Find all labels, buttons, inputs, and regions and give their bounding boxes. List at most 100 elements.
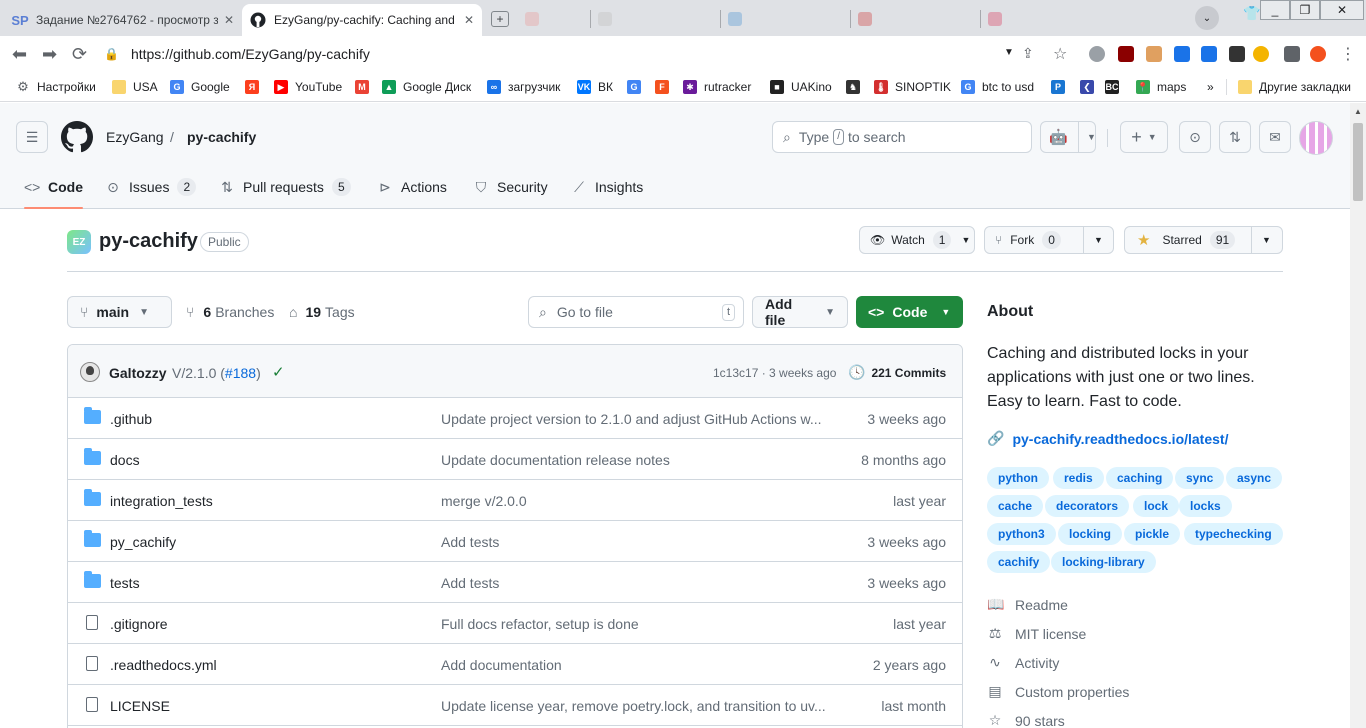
bookmark-item[interactable]: 📍 maps (1136, 78, 1186, 96)
bookmark-item[interactable]: VK ВК (577, 78, 613, 96)
bookmark-item[interactable]: Я (245, 78, 266, 96)
file-commit-message[interactable]: Update project version to 2.1.0 and adju… (441, 411, 822, 427)
bookmark-item[interactable]: 🌡 SINOPTIK (874, 78, 951, 96)
commit-message[interactable]: V/2.1.0 (#188) (172, 365, 261, 381)
about-item[interactable]: ▤ Custom properties (987, 683, 1129, 700)
commit-pr-link[interactable]: #188 (225, 365, 256, 381)
file-name[interactable]: .readthedocs.yml (110, 657, 217, 673)
download-extension-icon[interactable] (1201, 46, 1217, 62)
watch-button[interactable]: 👁 Watch 1 ▼ (859, 226, 975, 254)
commit-author[interactable]: Galtozzy (109, 365, 167, 381)
maximize-button[interactable]: ❐ (1290, 0, 1320, 20)
branches-link[interactable]: ⑂ 6 Branches (186, 304, 274, 320)
profile-avatar-icon[interactable] (1310, 46, 1326, 62)
topic-tag[interactable]: sync (1175, 467, 1225, 489)
adblock-extension-icon[interactable] (1118, 46, 1134, 62)
browser-tab-0[interactable]: SP Задание №2764762 - просмотр за ✕ (4, 4, 242, 36)
homepage-link[interactable]: 🔗 py-cachify.readthedocs.io/latest/ (987, 430, 1228, 447)
commits-history-link[interactable]: 🕓 221 Commits (848, 364, 946, 381)
about-item[interactable]: ∿ Activity (987, 654, 1059, 671)
shirt-icon[interactable]: 👕 (1243, 5, 1260, 22)
tab-security[interactable]: ⛉ Security (473, 167, 548, 207)
bookmark-item[interactable]: F (655, 78, 676, 96)
tab-pull-requests[interactable]: ⇅ Pull requests 5 (219, 167, 351, 207)
topic-tag[interactable]: caching (1106, 467, 1174, 489)
page-scrollbar[interactable]: ▲ (1350, 103, 1366, 728)
scroll-up-icon[interactable]: ▲ (1354, 107, 1362, 116)
bookmarks-overflow-button[interactable]: » (1207, 78, 1214, 96)
bookmark-item[interactable]: ∞ загрузчик (487, 78, 560, 96)
issues-button[interactable]: ⊙ (1179, 121, 1211, 153)
address-bar[interactable]: 🔒 https://github.com/EzyGang/py-cachify (104, 40, 1080, 68)
scrollbar-thumb[interactable] (1353, 123, 1363, 201)
about-item[interactable]: ⚖ MIT license (987, 625, 1087, 642)
bookmark-item[interactable]: P (1051, 78, 1072, 96)
tab-actions[interactable]: ⊳ Actions (377, 167, 447, 207)
committer-avatar[interactable] (80, 362, 100, 382)
file-name[interactable]: docs (110, 452, 140, 468)
topic-tag[interactable]: locks (1179, 495, 1232, 517)
new-tab-button[interactable]: + (486, 8, 514, 30)
breadcrumb-owner[interactable]: EzyGang (106, 129, 164, 145)
topic-tag[interactable]: async (1226, 467, 1283, 489)
bookmark-item[interactable]: ❮ (1080, 78, 1101, 96)
star-button[interactable]: ★ Starred 91 ▼ (1124, 226, 1283, 254)
search-input[interactable]: ⌕ Type / to search (772, 121, 1032, 153)
github-logo-icon[interactable] (61, 121, 93, 153)
file-name[interactable]: .gitignore (110, 616, 168, 632)
table-row[interactable]: integration_tests merge v/2.0.0 last year (68, 480, 962, 521)
file-name[interactable]: tests (110, 575, 140, 591)
topic-tag[interactable]: locking (1058, 523, 1123, 545)
branch-selector[interactable]: ⑂ main ▼ (67, 296, 172, 328)
browser-tab-1[interactable]: EzyGang/py-cachify: Caching and d ✕ (242, 4, 482, 36)
bookmark-item[interactable]: ♞ (846, 78, 867, 96)
topic-tag[interactable]: cachify (987, 551, 1051, 573)
user-avatar[interactable] (1299, 121, 1333, 155)
fork-button[interactable]: ⑂ Fork 0 ▼ (984, 226, 1114, 254)
other-bookmarks-folder[interactable]: Другие закладки (1238, 78, 1351, 96)
puzzle-extensions-icon[interactable] (1284, 46, 1300, 62)
back-arrow-icon[interactable]: ⬅ (12, 44, 27, 65)
tab-issues[interactable]: ⊙ Issues 2 (105, 167, 197, 207)
background-tab[interactable] (728, 10, 748, 28)
bitcoin-extension-icon[interactable] (1253, 46, 1269, 62)
topic-tag[interactable]: locking-library (1051, 551, 1156, 573)
bookmark-item[interactable]: ■ UAKino (770, 78, 832, 96)
bookmark-item[interactable]: G (627, 78, 648, 96)
file-commit-message[interactable]: Add tests (441, 534, 499, 550)
file-commit-message[interactable]: merge v/2.0.0 (441, 493, 527, 509)
table-row[interactable]: .gitignore Full docs refactor, setup is d… (68, 603, 962, 644)
create-new-button[interactable]: + ▼ (1120, 121, 1168, 153)
background-tab[interactable] (598, 10, 618, 28)
terminal-extension-icon[interactable] (1229, 46, 1245, 62)
table-row[interactable]: py_cachify Add tests 3 weeks ago (68, 521, 962, 562)
inbox-button[interactable]: ✉ (1259, 121, 1291, 153)
bookmark-item[interactable]: ▶ YouTube (274, 78, 342, 96)
bookmark-item[interactable]: Gbtc to usd (961, 78, 1034, 96)
star-dropdown[interactable]: ▼ (1251, 227, 1281, 253)
table-row[interactable]: tests Add tests 3 weeks ago (68, 562, 962, 603)
file-name[interactable]: .github (110, 411, 152, 427)
table-row[interactable]: LICENSE Update license year, remove poetr… (68, 685, 962, 726)
about-item[interactable]: 📖 Readme (987, 596, 1068, 613)
file-commit-message[interactable]: Add tests (441, 575, 499, 591)
topic-tag[interactable]: python3 (987, 523, 1056, 545)
commit-hash[interactable]: 1c13c17 (713, 366, 758, 380)
file-commit-message[interactable]: Full docs refactor, setup is done (441, 616, 639, 632)
topic-tag[interactable]: pickle (1124, 523, 1181, 545)
tab-code[interactable]: <> Code (24, 167, 83, 209)
background-tab[interactable] (858, 10, 878, 28)
bookmark-item[interactable]: ✱ rutracker (683, 78, 751, 96)
file-commit-message[interactable]: Update documentation release notes (441, 452, 670, 468)
table-row[interactable]: .github Update project version to 2.1.0 a… (68, 398, 962, 439)
file-name[interactable]: py_cachify (110, 534, 176, 550)
file-name[interactable]: integration_tests (110, 493, 213, 509)
topic-tag[interactable]: typechecking (1184, 523, 1283, 545)
add-file-button[interactable]: Add file ▼ (752, 296, 848, 328)
about-item[interactable]: ☆ 90 stars (987, 712, 1065, 728)
file-commit-message[interactable]: Add documentation (441, 657, 562, 673)
repo-name[interactable]: py-cachify (99, 230, 198, 253)
code-button[interactable]: <> Code ▼ (856, 296, 963, 328)
bookmark-item[interactable]: M (355, 78, 376, 96)
vpn-extension-icon[interactable] (1089, 46, 1105, 62)
